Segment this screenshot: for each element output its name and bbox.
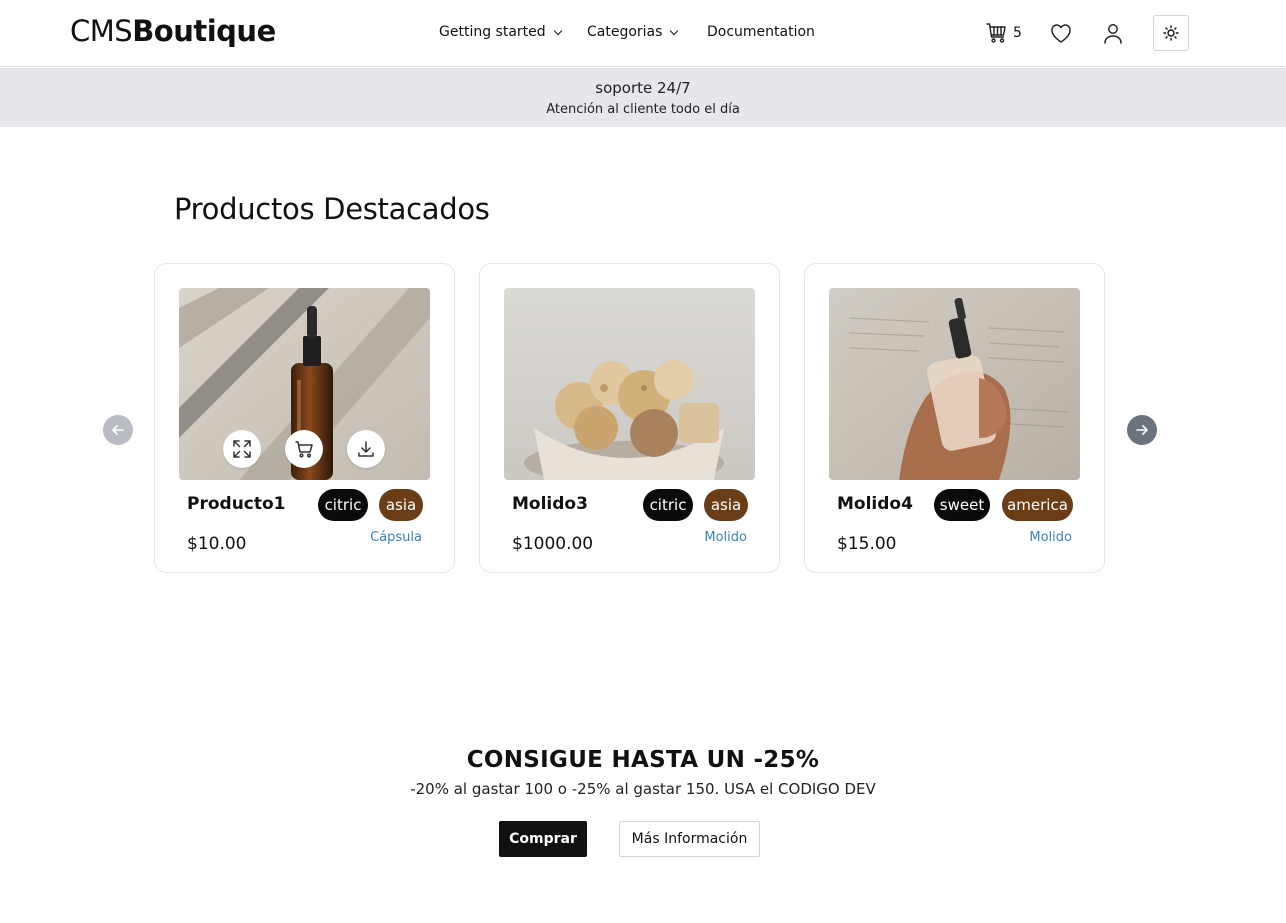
heart-icon: [1051, 24, 1071, 43]
theme-toggle-button[interactable]: [1153, 15, 1189, 51]
product-image[interactable]: [504, 288, 755, 480]
product-tag[interactable]: asia: [704, 489, 748, 521]
arrow-left-icon: [112, 425, 124, 435]
product-name[interactable]: Molido4: [837, 494, 913, 514]
product-card[interactable]: Molido4 sweet america $15.00 Molido: [804, 263, 1105, 573]
product-price: $10.00: [187, 534, 247, 554]
carousel-next-button[interactable]: [1127, 415, 1157, 445]
cart-count: 5: [1013, 25, 1022, 41]
product-image[interactable]: [829, 288, 1080, 480]
product-tag[interactable]: america: [1002, 489, 1073, 521]
download-button[interactable]: [347, 430, 385, 468]
carousel-prev-button[interactable]: [103, 415, 133, 445]
product-card[interactable]: Producto1 citric asia $10.00 Cápsula: [154, 263, 455, 573]
product-tag[interactable]: citric: [643, 489, 693, 521]
buy-button[interactable]: Comprar: [499, 821, 587, 857]
banner-title: soporte 24/7: [595, 79, 691, 97]
section-title: Productos Destacados: [174, 192, 490, 226]
nav-label: Getting started: [439, 24, 546, 40]
logo-bold-text: Boutique: [132, 14, 276, 48]
chevron-down-icon: [670, 26, 679, 35]
banner-subtitle: Atención al cliente todo el día: [546, 102, 740, 117]
product-tag[interactable]: asia: [379, 489, 423, 521]
sun-icon: [1163, 25, 1179, 41]
product-category-link[interactable]: Molido: [1029, 530, 1072, 545]
nav-label: Documentation: [707, 24, 815, 40]
nav-documentation[interactable]: Documentation: [707, 24, 815, 40]
download-icon: [358, 441, 374, 457]
arrow-right-icon: [1136, 425, 1148, 435]
promo-title: CONSIGUE HASTA UN -25%: [466, 747, 820, 773]
product-price: $15.00: [837, 534, 897, 554]
product-category-link[interactable]: Cápsula: [370, 530, 422, 545]
product-category-link[interactable]: Molido: [704, 530, 747, 545]
expand-icon: [233, 440, 251, 458]
promo-subtitle: -20% al gastar 100 o -25% al gastar 150.…: [410, 780, 876, 798]
product-tag[interactable]: citric: [318, 489, 368, 521]
cart-button[interactable]: 5: [985, 20, 1022, 46]
add-to-cart-button[interactable]: [285, 430, 323, 468]
product-name[interactable]: Molido3: [512, 494, 588, 514]
product-card[interactable]: Molido3 citric asia $1000.00 Molido: [479, 263, 780, 573]
nav-label: Categorias: [587, 24, 663, 40]
support-banner: soporte 24/7 Atención al cliente todo el…: [0, 68, 1286, 127]
nav-categorias[interactable]: Categorias: [587, 24, 679, 40]
product-name[interactable]: Producto1: [187, 494, 286, 514]
wishlist-button[interactable]: [1048, 20, 1074, 46]
product-image[interactable]: [179, 288, 430, 480]
cart-icon: [295, 441, 313, 458]
logo-light-text: CMS: [70, 14, 133, 48]
chevron-down-icon: [553, 26, 562, 35]
cart-icon: [986, 23, 1006, 43]
product-price: $1000.00: [512, 534, 594, 554]
logo[interactable]: CMSBoutique: [70, 14, 276, 48]
account-button[interactable]: [1101, 20, 1125, 46]
site-header: CMSBoutique Getting started Categorias D…: [0, 0, 1286, 67]
more-info-button[interactable]: Más Información: [619, 821, 760, 857]
product-tag[interactable]: sweet: [934, 489, 990, 521]
quick-view-button[interactable]: [223, 430, 261, 468]
nav-getting-started[interactable]: Getting started: [439, 24, 562, 40]
user-icon: [1104, 24, 1122, 44]
